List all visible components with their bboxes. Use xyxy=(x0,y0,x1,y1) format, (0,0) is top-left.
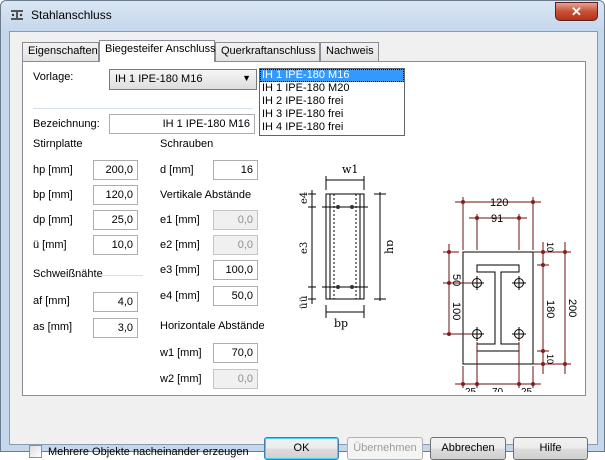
bp-label: bp [mm] xyxy=(33,189,73,201)
w1-label: w1 [mm] xyxy=(160,347,202,359)
vorlage-option[interactable]: IH 2 IPE-180 frei xyxy=(260,95,404,108)
w1-dim: w1 xyxy=(342,163,358,176)
front-view-diagram: 120 91 50 100 180 200 10 10 25 70 25 xyxy=(443,197,578,392)
w2-input[interactable]: 0,0 xyxy=(213,369,258,389)
separator xyxy=(101,275,143,276)
e4-dim: e4 xyxy=(299,192,310,204)
vorlage-select[interactable]: IH 1 IPE-180 M16 ▼ xyxy=(109,69,257,90)
dim-right-bot-10: 10 xyxy=(545,354,555,364)
vorlage-option[interactable]: IH 1 IPE-180 M20 xyxy=(260,82,404,95)
e3-label: e3 [mm] xyxy=(160,264,200,276)
w1-input[interactable]: 70,0 xyxy=(213,343,258,363)
dim-top-120: 120 xyxy=(490,197,508,209)
tab-nachweis[interactable]: Nachweis xyxy=(320,42,379,61)
schrauben-heading: Schrauben xyxy=(160,138,214,150)
dim-right-top-10: 10 xyxy=(545,242,555,252)
hilfe-button[interactable]: Hilfe xyxy=(513,437,588,460)
dialog-client: Eigenschaften Biegesteifer Anschluss Que… xyxy=(9,31,598,460)
w2-label: w2 [mm] xyxy=(160,373,202,385)
hp-label: hp [mm] xyxy=(33,164,73,176)
stirnplatte-heading: Stirnplatte xyxy=(33,138,83,150)
title-bar[interactable]: Stahlanschluss ✕ xyxy=(1,1,604,29)
tab-biegesteifer-anschluss[interactable]: Biegesteifer Anschluss xyxy=(99,40,216,62)
as-input[interactable]: 3,0 xyxy=(93,318,138,338)
ok-button[interactable]: OK xyxy=(264,437,339,460)
u-dim: ü xyxy=(299,295,310,302)
close-button[interactable]: ✕ xyxy=(555,2,598,21)
hp-input[interactable]: 200,0 xyxy=(93,160,138,180)
dim-left-50: 50 xyxy=(450,274,462,286)
horizontale-heading: Horizontale Abstände xyxy=(160,320,265,332)
e1-label: e1 [mm] xyxy=(160,214,200,226)
vorlage-option[interactable]: IH 4 IPE-180 frei xyxy=(260,121,404,134)
tab-panel: Vorlage: IH 1 IPE-180 M16 ▼ IH 1 IPE-180… xyxy=(22,61,586,396)
as-label: as [mm] xyxy=(33,321,73,333)
bezeichnung-label: Bezeichnung: xyxy=(33,118,100,130)
e2-label: e2 [mm] xyxy=(160,239,200,251)
schweissnaehte-heading: Schweißnähte xyxy=(33,268,103,280)
e4-input[interactable]: 50,0 xyxy=(213,286,258,306)
dim-bot-25-right: 25 xyxy=(521,387,533,392)
separator xyxy=(33,108,253,109)
bezeichnung-input[interactable]: IH 1 IPE-180 M16 xyxy=(109,114,255,134)
hp-dim: hp xyxy=(383,240,393,254)
dim-bot-25-left: 25 xyxy=(465,387,477,392)
mehrere-objekte-label: Mehrere Objekte nacheinander erzeugen xyxy=(48,446,249,458)
chevron-down-icon: ▼ xyxy=(242,73,251,83)
dim-right-200: 200 xyxy=(566,299,578,317)
u-label: ü [mm] xyxy=(33,239,67,251)
u-input[interactable]: 10,0 xyxy=(93,235,138,255)
dim-top-91: 91 xyxy=(491,213,503,225)
dp-input[interactable]: 25,0 xyxy=(93,210,138,230)
vorlage-value: IH 1 IPE-180 M16 xyxy=(115,73,203,85)
tab-querkraftanschluss[interactable]: Querkraftanschluss xyxy=(215,42,320,61)
steel-connection-icon xyxy=(11,10,23,20)
af-input[interactable]: 4,0 xyxy=(93,292,138,312)
dim-right-180: 180 xyxy=(544,300,556,318)
uebernehmen-button[interactable]: Übernehmen xyxy=(347,437,423,460)
e3-dim: e3 xyxy=(299,242,310,254)
vorlage-option[interactable]: IH 1 IPE-180 M16 xyxy=(260,69,404,82)
dim-bot-70: 70 xyxy=(492,387,504,392)
vorlage-option[interactable]: IH 3 IPE-180 frei xyxy=(260,108,404,121)
e1-input[interactable]: 0,0 xyxy=(213,210,258,230)
dialog-window: Stahlanschluss ✕ Eigenschaften Biegestei… xyxy=(0,0,605,460)
vertikale-heading: Vertikale Abstände xyxy=(160,189,252,201)
dim-left-100: 100 xyxy=(450,302,462,320)
e2-input[interactable]: 0,0 xyxy=(213,235,258,255)
vorlage-label: Vorlage: xyxy=(33,71,74,83)
e-dim: ü xyxy=(299,302,310,309)
e3-input[interactable]: 100,0 xyxy=(213,260,258,280)
af-label: af [mm] xyxy=(33,295,70,307)
d-input[interactable]: 16 xyxy=(213,160,258,180)
side-view-diagram: w1 e4 e3 hp ü ü bp xyxy=(299,163,393,330)
d-label: d [mm] xyxy=(160,164,194,176)
tab-eigenschaften[interactable]: Eigenschaften xyxy=(22,42,99,61)
vorlage-dropdown-list: IH 1 IPE-180 M16 IH 1 IPE-180 M20 IH 2 I… xyxy=(259,68,405,136)
window-title: Stahlanschluss xyxy=(31,8,112,22)
dp-label: dp [mm] xyxy=(33,214,73,226)
bp-dim: bp xyxy=(334,317,348,330)
bp-input[interactable]: 120,0 xyxy=(93,185,138,205)
e4-label: e4 [mm] xyxy=(160,290,200,302)
abbrechen-button[interactable]: Abbrechen xyxy=(430,437,506,460)
